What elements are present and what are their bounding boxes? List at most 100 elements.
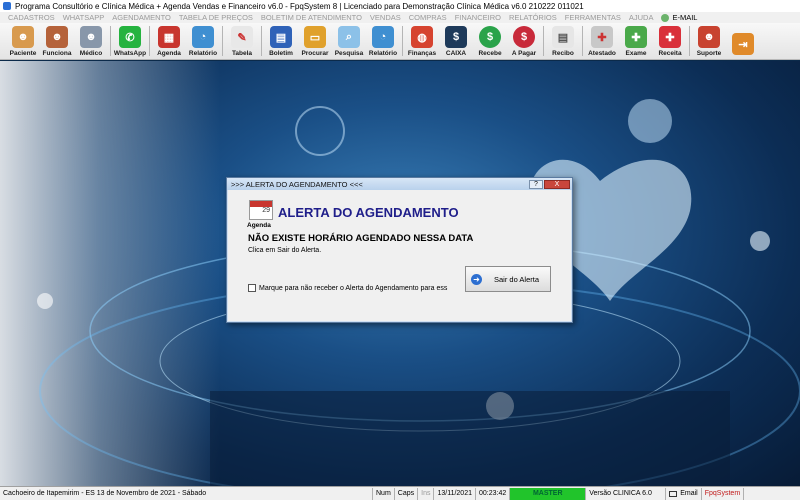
search-icon: ⌕ <box>338 26 360 48</box>
exit-app-button[interactable]: ⇥ <box>726 24 760 59</box>
menu-email-label: E-MAIL <box>672 13 698 22</box>
recebe-button[interactable]: $ Recebe <box>473 24 507 59</box>
patients-icon: ☻ <box>12 26 34 48</box>
paciente-button[interactable]: ☻ Paciente <box>6 24 40 59</box>
funciona-button[interactable]: ☻ Funciona <box>40 24 74 59</box>
medico-button[interactable]: ☻ Médico <box>74 24 108 59</box>
status-version: Versão CLINICA 6.0 <box>586 487 667 500</box>
menu-cadastros[interactable]: CADASTROS <box>4 13 59 22</box>
window-title: Programa Consultório e Clínica Médica + … <box>15 1 584 11</box>
status-ins: Ins <box>418 487 435 500</box>
agenda-label: Agenda <box>157 50 181 57</box>
toolbar-separator <box>149 26 150 56</box>
alert-message: NÃO EXISTE HORÁRIO AGENDADO NESSA DATA <box>248 233 474 244</box>
recibo-label: Recibo <box>552 50 574 57</box>
support-icon: ☻ <box>698 26 720 48</box>
tabela-button[interactable]: ✎ Tabela <box>225 24 259 59</box>
suporte-button[interactable]: ☻ Suporte <box>692 24 726 59</box>
bulletin-icon: ▤ <box>270 26 292 48</box>
pay-money-icon: $ <box>513 26 535 48</box>
atestado-button[interactable]: ✚ Atestado <box>585 24 619 59</box>
menu-boletim[interactable]: BOLETIM DE ATENDIMENTO <box>257 13 366 22</box>
menu-email[interactable]: E-MAIL <box>657 13 701 22</box>
relatorio2-button[interactable]: ◔ Relatório <box>366 24 400 59</box>
tabela-label: Tabela <box>231 50 253 57</box>
suporte-label: Suporte <box>696 50 722 57</box>
exame-label: Exame <box>625 50 647 57</box>
menu-financeiro[interactable]: FINANCEIRO <box>451 13 505 22</box>
status-num: Num <box>373 487 395 500</box>
exit-alert-button[interactable]: ➜ Sair do Alerta <box>465 266 551 292</box>
menu-compras[interactable]: COMPRAS <box>405 13 451 22</box>
exam-icon: ✚ <box>625 26 647 48</box>
toolbar-separator <box>261 26 262 56</box>
apagar-label: A Pagar <box>511 50 537 57</box>
status-email[interactable]: Email <box>666 487 702 500</box>
help-button[interactable]: ? <box>529 179 543 189</box>
boletim-button[interactable]: ▤ Boletim <box>264 24 298 59</box>
disable-alert-checkbox[interactable]: Marque para não receber o Alerta do Agen… <box>248 284 447 292</box>
toolbar: ☻ Paciente ☻ Funciona ☻ Médico ✆ WhatsApp ▦ A… <box>0 23 800 60</box>
menu-vendas[interactable]: VENDAS <box>366 13 405 22</box>
menu-ajuda[interactable]: AJUDA <box>625 13 658 22</box>
menu-whatsapp[interactable]: WHATSAPP <box>59 13 109 22</box>
receita-button[interactable]: ✚ Receita <box>653 24 687 59</box>
folder-icon: ▭ <box>304 26 326 48</box>
menu-relatorios[interactable]: RELATÓRIOS <box>505 13 561 22</box>
menu-agendamento[interactable]: AGENDAMENTO <box>108 13 175 22</box>
close-button[interactable]: X <box>544 179 570 189</box>
mail-icon <box>669 490 678 497</box>
receipt-icon: ▤ <box>552 26 574 48</box>
pesquisa-label: Pesquisa <box>334 50 364 57</box>
caixa-button[interactable]: $ CAIXA <box>439 24 473 59</box>
financas-label: Finanças <box>407 50 437 57</box>
dialog-title: >>> ALERTA DO AGENDAMENTO <<< <box>231 179 363 189</box>
report-icon: ◔ <box>192 26 214 48</box>
prescription-icon: ✚ <box>659 26 681 48</box>
relatorio-button[interactable]: ◔ Relatório <box>186 24 220 59</box>
finance-icon: ◍ <box>411 26 433 48</box>
toolbar-separator <box>689 26 690 56</box>
app-icon <box>3 2 11 10</box>
email-icon <box>661 13 670 22</box>
calendar-number: 29 <box>262 207 270 214</box>
toolbar-separator <box>222 26 223 56</box>
checkbox-box[interactable] <box>248 284 256 292</box>
menu-ferramentas[interactable]: FERRAMENTAS <box>561 13 625 22</box>
exame-button[interactable]: ✚ Exame <box>619 24 653 59</box>
whatsapp-label: WhatsApp <box>113 50 147 57</box>
arrow-right-icon: ➜ <box>471 273 482 285</box>
status-location: Cachoeiro de Itapemirim - ES 13 de Novem… <box>0 487 373 500</box>
toolbar-separator <box>402 26 403 56</box>
alert-instruction: Clica em Sair do Alerta. <box>248 247 322 254</box>
procurar-button[interactable]: ▭ Procurar <box>298 24 332 59</box>
agenda-button[interactable]: ▦ Agenda <box>152 24 186 59</box>
recibo-button[interactable]: ▤ Recibo <box>546 24 580 59</box>
doctor-icon: ☻ <box>80 26 102 48</box>
calendar-icon-label: Agenda <box>247 222 271 229</box>
toolbar-separator <box>110 26 111 56</box>
table-icon: ✎ <box>231 26 253 48</box>
exit-alert-label: Sair do Alerta <box>494 274 540 284</box>
status-brand: FpqSystem <box>702 487 745 500</box>
whatsapp-button[interactable]: ✆ WhatsApp <box>113 24 147 59</box>
atestado-label: Atestado <box>588 50 616 57</box>
menu-tabela-precos[interactable]: TABELA DE PREÇOS <box>175 13 257 22</box>
funciona-label: Funciona <box>42 50 72 57</box>
appointment-alert-dialog: >>> ALERTA DO AGENDAMENTO <<< ? X 29 Age… <box>226 177 573 323</box>
toolbar-separator <box>543 26 544 56</box>
calendar-icon: 29 <box>249 200 273 220</box>
medico-label: Médico <box>79 50 103 57</box>
paciente-label: Paciente <box>9 50 37 57</box>
apagar-button[interactable]: $ A Pagar <box>507 24 541 59</box>
financas-button[interactable]: ◍ Finanças <box>405 24 439 59</box>
checkbox-label: Marque para não receber o Alerta do Agen… <box>259 284 448 292</box>
relatorio-label: Relatório <box>188 50 218 57</box>
whatsapp-icon: ✆ <box>119 26 141 48</box>
procurar-label: Procurar <box>301 50 329 57</box>
pesquisa-button[interactable]: ⌕ Pesquisa <box>332 24 366 59</box>
employee-icon: ☻ <box>46 26 68 48</box>
dialog-heading: ALERTA DO AGENDAMENTO <box>278 205 459 220</box>
status-caps: Caps <box>395 487 419 500</box>
menu-bar: CADASTROS WHATSAPP AGENDAMENTO TABELA DE… <box>0 12 800 23</box>
